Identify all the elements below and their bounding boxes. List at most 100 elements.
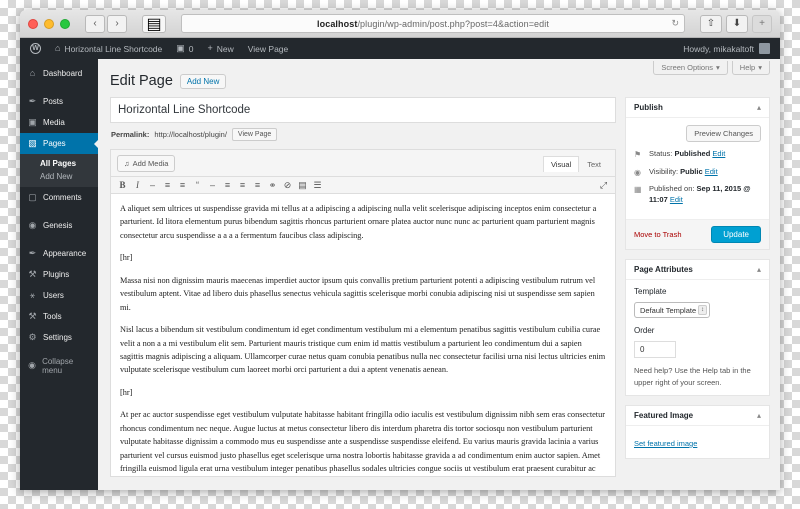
screen-options-button[interactable]: Screen Options ▾ xyxy=(653,61,728,75)
collapse-toggle-icon[interactable]: ▴ xyxy=(757,265,761,274)
editor-paragraph: Nisl lacus a bibendum sit vestibulum con… xyxy=(120,325,606,375)
add-new-button[interactable]: Add New xyxy=(179,73,227,89)
view-page-button[interactable]: View Page xyxy=(231,128,278,141)
url-host: localhost xyxy=(317,18,358,29)
template-select[interactable]: Default Template ↕ xyxy=(634,302,710,319)
collapse-menu-button[interactable]: ◉ Collapse menu xyxy=(20,355,98,376)
page-attributes-help-text: Need help? Use the Help tab in the upper… xyxy=(634,366,751,387)
new-content-menu[interactable]: + New xyxy=(201,38,241,59)
sidebar-item-appearance[interactable]: ✒ Appearance xyxy=(20,243,98,264)
sidebar-item-media[interactable]: ▣ Media xyxy=(20,112,98,133)
forward-icon[interactable]: › xyxy=(107,14,127,33)
sidebar-item-users[interactable]: ⚹ Users xyxy=(20,285,98,306)
remove-link-icon[interactable]: ⊘ xyxy=(280,179,295,192)
update-button[interactable]: Update xyxy=(711,225,761,243)
sidebar-item-genesis[interactable]: ◉ Genesis xyxy=(20,215,98,236)
featured-image-header: Featured Image ▴ xyxy=(626,406,769,426)
status-label: Status: xyxy=(649,149,673,158)
post-title-input[interactable] xyxy=(110,97,616,123)
menu-separator xyxy=(20,208,98,215)
minimize-window-button[interactable] xyxy=(44,18,54,29)
window-controls[interactable] xyxy=(28,18,70,29)
status-text: Status: Published Edit xyxy=(649,149,725,160)
add-media-label: Add Media xyxy=(132,159,169,168)
page-attributes-box: Page Attributes ▴ Template Default Templ… xyxy=(625,258,770,396)
sidebar-item-dashboard[interactable]: ⌂ Dashboard xyxy=(20,63,98,84)
wp-logo-menu[interactable]: W xyxy=(26,38,48,59)
reload-icon[interactable]: ↻ xyxy=(671,18,679,29)
add-media-button[interactable]: ♫ Add Media xyxy=(117,155,176,172)
bold-icon[interactable]: B xyxy=(115,179,130,192)
media-icon: ♫ xyxy=(124,159,130,168)
comments-menu[interactable]: ▣ 0 xyxy=(169,38,200,59)
submenu-item-all-pages[interactable]: All Pages xyxy=(20,157,98,170)
preview-changes-button[interactable]: Preview Changes xyxy=(686,125,761,142)
share-icon[interactable]: ⇧ xyxy=(700,14,722,33)
new-tab-icon[interactable]: + xyxy=(752,14,772,33)
align-left-icon[interactable]: ≡ xyxy=(220,179,235,192)
italic-icon[interactable]: I xyxy=(130,179,145,192)
sidebar-toggle-icon[interactable]: ▤ xyxy=(142,14,166,33)
horizontal-rule-icon[interactable]: – xyxy=(205,179,220,192)
sidebar-item-settings[interactable]: ⚙ Settings xyxy=(20,327,98,348)
site-name-menu[interactable]: ⌂ Horizontal Line Shortcode xyxy=(48,38,169,59)
help-label: Help xyxy=(739,63,756,72)
read-more-icon[interactable]: ▤ xyxy=(295,179,310,192)
sidebar-item-label: Genesis xyxy=(43,221,73,230)
screen-meta-links: Screen Options ▾ Help ▾ xyxy=(653,61,770,75)
sidebar-item-posts[interactable]: ✒ Posts xyxy=(20,91,98,112)
fullscreen-icon[interactable]: ⤢ xyxy=(596,179,611,192)
browser-window: ‹ › ▤ localhost/plugin/wp-admin/post.php… xyxy=(20,10,780,490)
tab-visual[interactable]: Visual xyxy=(542,155,580,172)
sidebar-item-label: Appearance xyxy=(43,249,87,258)
downloads-icon[interactable]: ⬇ xyxy=(726,14,748,33)
howdy-label: Howdy, mikakaltoft xyxy=(683,43,754,54)
comment-bubble-icon: ▣ xyxy=(176,43,185,53)
help-button[interactable]: Help ▾ xyxy=(731,61,770,75)
collapse-toggle-icon[interactable]: ▴ xyxy=(757,411,761,420)
align-right-icon[interactable]: ≡ xyxy=(250,179,265,192)
page-title: Edit Page xyxy=(110,73,173,89)
back-icon[interactable]: ‹ xyxy=(85,14,105,33)
comment-count: 0 xyxy=(188,43,194,54)
home-icon: ⌂ xyxy=(55,43,61,53)
edit-status-link[interactable]: Edit xyxy=(712,149,725,158)
sidebar-item-tools[interactable]: ⚒ Tools xyxy=(20,306,98,327)
edit-visibility-link[interactable]: Edit xyxy=(705,167,718,176)
collapse-toggle-icon[interactable]: ▴ xyxy=(757,103,761,112)
set-featured-image-link[interactable]: Set featured image xyxy=(634,439,697,448)
edit-date-link[interactable]: Edit xyxy=(670,195,683,204)
admin-content: Screen Options ▾ Help ▾ Edit Page Add Ne… xyxy=(98,59,780,490)
status-row: ⚑ Status: Published Edit xyxy=(634,149,761,161)
align-center-icon[interactable]: ≡ xyxy=(235,179,250,192)
maximize-window-button[interactable] xyxy=(60,18,70,29)
numbered-list-icon[interactable]: ≡ xyxy=(175,179,190,192)
visibility-row: ◉ Visibility: Public Edit xyxy=(634,167,761,179)
strikethrough-icon[interactable]: – xyxy=(145,179,160,192)
editor-paragraph: [hr] xyxy=(120,387,133,397)
editor-container: ♫ Add Media Visual Text B I – ≡ ≡ “ – ≡ … xyxy=(110,149,616,477)
tab-text[interactable]: Text xyxy=(579,156,609,172)
account-menu[interactable]: Howdy, mikakaltoft xyxy=(683,43,774,54)
published-date-text: Published on: Sep 11, 2015 @ 11:07 Edit xyxy=(649,184,761,206)
blockquote-icon[interactable]: “ xyxy=(190,179,205,192)
toolbar-toggle-icon[interactable]: ☰ xyxy=(310,179,325,192)
move-to-trash-link[interactable]: Move to Trash xyxy=(634,230,682,239)
bulleted-list-icon[interactable]: ≡ xyxy=(160,179,175,192)
visibility-value: Public xyxy=(680,166,703,176)
view-page-menu[interactable]: View Page xyxy=(241,38,295,59)
submenu-item-add-new[interactable]: Add New xyxy=(20,170,98,183)
featured-image-title: Featured Image xyxy=(634,410,694,420)
navigation-buttons[interactable]: ‹ › xyxy=(85,14,127,33)
page-header: Edit Page Add New xyxy=(110,73,770,89)
editor-content-area[interactable]: A aliquet sem ultrices ut suspendisse gr… xyxy=(111,194,615,476)
close-window-button[interactable] xyxy=(28,18,38,29)
screen-options-label: Screen Options xyxy=(661,63,714,72)
page-attributes-header: Page Attributes ▴ xyxy=(626,260,769,280)
url-bar[interactable]: localhost/plugin/wp-admin/post.php?post=… xyxy=(181,14,685,33)
insert-link-icon[interactable]: ⚭ xyxy=(265,179,280,192)
order-input[interactable] xyxy=(634,341,676,359)
sidebar-item-pages[interactable]: ▧ Pages xyxy=(20,133,99,154)
sidebar-item-comments[interactable]: ▢ Comments xyxy=(20,187,98,208)
sidebar-item-plugins[interactable]: ⚒ Plugins xyxy=(20,264,98,285)
